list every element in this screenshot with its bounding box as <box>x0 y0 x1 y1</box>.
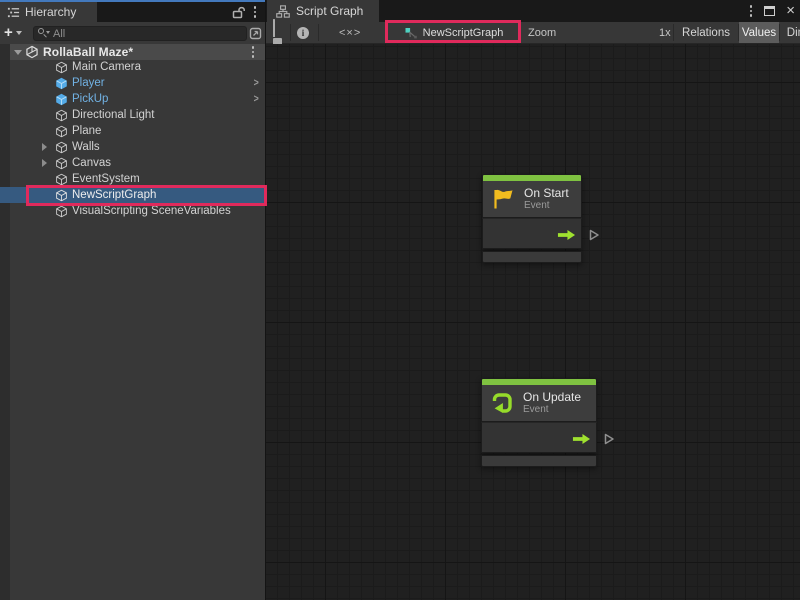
tree-row-player[interactable]: Player > <box>0 75 265 91</box>
picker-icon[interactable] <box>249 27 262 40</box>
node-subtitle: Event <box>523 404 581 416</box>
node-title: On Update <box>523 391 581 404</box>
node-port-row <box>481 422 597 453</box>
prefab-chevron-icon[interactable]: > <box>253 77 258 89</box>
node-header: On Start Event <box>482 181 582 218</box>
node-accent-stripe <box>482 174 582 181</box>
node-title: On Start <box>524 187 569 200</box>
prefab-cube-icon <box>55 77 68 90</box>
hierarchy-icon <box>7 6 20 19</box>
graph-tab-strip: Script Graph × <box>266 0 800 22</box>
code-preview-button[interactable]: <×> <box>339 22 361 43</box>
tree-row-canvas[interactable]: Canvas <box>0 155 265 171</box>
search-icon <box>38 28 49 39</box>
foldout-collapsed-icon[interactable] <box>42 143 47 151</box>
hierarchy-toolbar: + <box>0 22 265 44</box>
graph-canvas[interactable]: On Start Event On Update Eve <box>266 44 800 600</box>
foldout-collapsed-icon[interactable] <box>42 159 47 167</box>
hierarchy-search-field[interactable] <box>33 26 247 41</box>
zoom-label: Zoom <box>528 22 556 43</box>
scene-name: RollaBall Maze* <box>43 45 133 59</box>
lock-icon <box>273 20 282 45</box>
zoom-value: 1x <box>659 22 671 43</box>
tree-row-walls[interactable]: Walls <box>0 139 265 155</box>
foldout-expanded-icon[interactable] <box>14 50 22 55</box>
script-graph-panel: Script Graph × i <×> NewScriptGraph <box>265 0 800 600</box>
node-on-update[interactable]: On Update Event <box>481 378 597 467</box>
window-menu-icon[interactable] <box>749 5 753 17</box>
port-triangle-icon[interactable] <box>588 228 600 242</box>
node-port-row <box>482 218 582 249</box>
annotation-box-breadcrumb <box>385 20 521 43</box>
node-on-start[interactable]: On Start Event <box>482 174 582 263</box>
flag-icon <box>491 187 515 211</box>
chevron-down-icon <box>16 31 22 35</box>
info-icon: i <box>297 27 309 39</box>
unity-editor: Hierarchy + RollaBall Maze* <box>0 0 800 600</box>
search-input[interactable] <box>53 28 203 40</box>
node-subtitle: Event <box>524 200 569 212</box>
scene-menu-icon[interactable] <box>251 46 255 58</box>
tree-row-pickup[interactable]: PickUp > <box>0 91 265 107</box>
hierarchy-panel: Hierarchy + RollaBall Maze* <box>0 0 265 600</box>
plus-icon: + <box>4 26 13 40</box>
cube-icon <box>55 61 68 74</box>
values-button[interactable]: Values <box>739 22 779 43</box>
code-icon: <×> <box>339 27 361 39</box>
cube-icon <box>55 125 68 138</box>
cube-icon <box>55 141 68 154</box>
add-gameobject-button[interactable]: + <box>4 26 22 40</box>
prefab-cube-icon <box>55 93 68 106</box>
flow-output-arrow-icon[interactable] <box>557 229 576 241</box>
flow-output-arrow-icon[interactable] <box>572 433 591 445</box>
hierarchy-tab-label: Hierarchy <box>25 5 76 19</box>
unlock-icon[interactable] <box>231 5 245 20</box>
unity-scene-icon <box>25 45 39 59</box>
loop-icon <box>490 391 514 415</box>
relations-button[interactable]: Relations <box>674 22 738 43</box>
cube-icon <box>55 157 68 170</box>
annotation-box-hierarchy <box>26 185 267 206</box>
tree-row-directional-light[interactable]: Directional Light <box>0 107 265 123</box>
node-accent-stripe <box>481 378 597 385</box>
focused-window-indicator <box>0 0 265 2</box>
script-graph-tab-label: Script Graph <box>296 4 363 18</box>
hierarchy-tab-strip: Hierarchy <box>0 0 265 22</box>
port-triangle-icon[interactable] <box>603 432 615 446</box>
node-footer <box>482 251 582 263</box>
graph-toolbar: i <×> NewScriptGraph Zoom 1x Relations <box>266 22 800 44</box>
graph-icon <box>276 5 290 18</box>
lock-button[interactable] <box>273 22 282 43</box>
hierarchy-menu-icon[interactable] <box>253 6 257 18</box>
tree-row-plane[interactable]: Plane <box>0 123 265 139</box>
scene-header-row[interactable]: RollaBall Maze* <box>10 44 265 60</box>
prefab-chevron-icon[interactable]: > <box>253 93 258 105</box>
maximize-icon[interactable] <box>764 6 775 16</box>
cube-icon <box>55 109 68 122</box>
tab-script-graph[interactable]: Script Graph <box>267 0 379 22</box>
info-button[interactable]: i <box>297 22 309 43</box>
tree-row-main-camera[interactable]: Main Camera <box>0 59 265 75</box>
node-header: On Update Event <box>481 385 597 422</box>
cube-icon <box>55 173 68 186</box>
close-icon[interactable]: × <box>786 6 795 16</box>
tab-hierarchy[interactable]: Hierarchy <box>0 2 97 22</box>
cube-icon <box>55 205 68 218</box>
dim-button[interactable]: Dim <box>780 22 800 43</box>
node-footer <box>481 455 597 467</box>
